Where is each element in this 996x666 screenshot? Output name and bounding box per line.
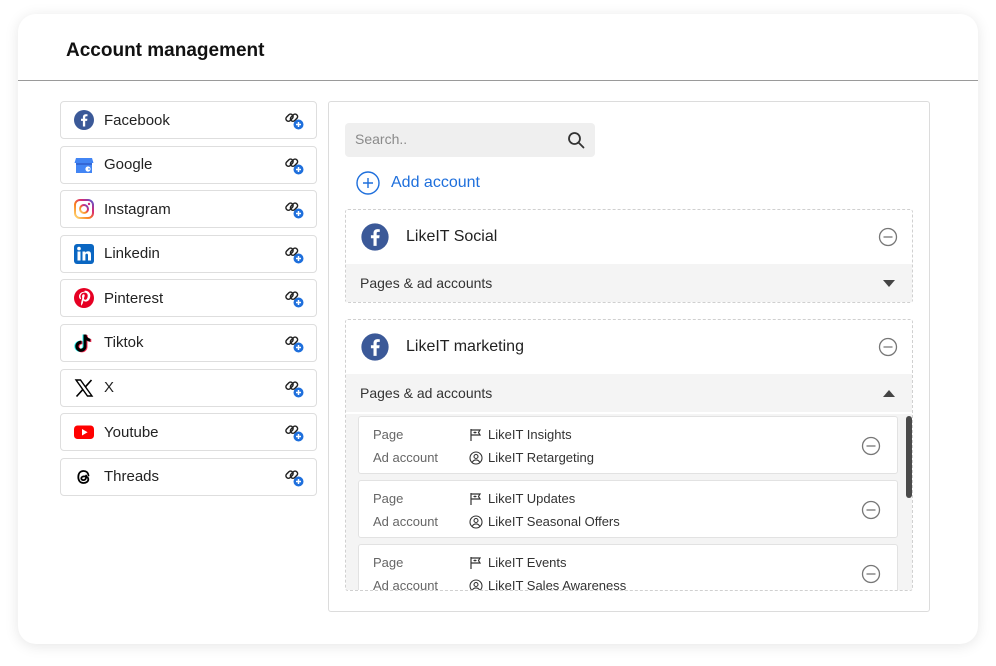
ad-account-name: LikeIT Sales Awareness <box>488 578 627 591</box>
page-name: LikeIT Events <box>488 555 567 570</box>
platform-item-instagram[interactable]: Instagram <box>60 190 317 229</box>
platform-label: Instagram <box>104 200 171 218</box>
connect-link-icon[interactable] <box>284 378 304 398</box>
accounts-panel: Add account LikeIT Social Pages & ad acc… <box>328 101 930 612</box>
page-title: Account management <box>66 40 265 61</box>
add-account-label: Add account <box>391 174 480 191</box>
ad-account-label: Ad account <box>373 578 439 591</box>
page-label: Page <box>373 555 404 570</box>
scrollbar-thumb[interactable] <box>906 416 912 498</box>
connect-link-icon[interactable] <box>284 110 304 130</box>
caret-down-icon <box>883 279 895 287</box>
platform-list: Facebook Google Instagram Linkedin Pinte… <box>60 101 317 502</box>
platform-label: Facebook <box>104 111 170 129</box>
page-label: Page <box>373 491 404 506</box>
connect-link-icon[interactable] <box>284 288 304 308</box>
platform-item-google[interactable]: Google <box>60 145 317 184</box>
account-management-card: Account management Facebook Google Insta… <box>18 14 978 644</box>
list-item: Page LikeIT Events Ad account LikeIT Sal… <box>358 544 898 591</box>
remove-item-icon[interactable] <box>861 436 881 456</box>
flag-icon <box>469 428 483 442</box>
ad-account-row: Ad account LikeIT Retargeting <box>373 450 594 465</box>
ad-account-row: Ad account LikeIT Sales Awareness <box>373 578 627 591</box>
connect-link-icon[interactable] <box>284 199 304 219</box>
account-name: LikeIT Social <box>406 228 498 245</box>
linkedin-icon <box>73 243 95 265</box>
account-header: LikeIT marketing <box>346 320 912 374</box>
search-input[interactable] <box>355 131 555 147</box>
search-icon[interactable] <box>567 131 585 154</box>
page-name: LikeIT Updates <box>488 491 576 506</box>
facebook-icon <box>73 109 95 131</box>
platform-label: X <box>104 379 115 397</box>
remove-item-icon[interactable] <box>861 500 881 520</box>
page-label: Page <box>373 427 404 442</box>
flag-icon <box>469 492 483 506</box>
connect-link-icon[interactable] <box>284 244 304 264</box>
search-box[interactable] <box>345 123 595 157</box>
section-label: Pages & ad accounts <box>360 385 493 401</box>
caret-up-icon <box>883 389 895 397</box>
youtube-icon <box>73 421 95 443</box>
tiktok-icon <box>73 332 95 354</box>
pages-accounts-toggle[interactable]: Pages & ad accounts <box>346 374 912 412</box>
ad-account-name: LikeIT Retargeting <box>488 450 594 465</box>
pages-accounts-list: Page LikeIT Insights Ad account LikeIT R… <box>346 414 912 591</box>
add-account-button[interactable]: Add account <box>345 171 480 195</box>
threads-icon <box>73 466 95 488</box>
list-item: Page LikeIT Updates Ad account LikeIT Se… <box>358 480 898 538</box>
remove-item-icon[interactable] <box>861 564 881 584</box>
account-name: LikeIT marketing <box>406 338 524 355</box>
plus-circle-icon <box>356 171 380 195</box>
page-row: Page LikeIT Updates <box>373 491 575 506</box>
ad-account-label: Ad account <box>373 450 439 465</box>
user-circle-icon <box>469 514 483 529</box>
pinterest-icon <box>73 287 95 309</box>
instagram-icon <box>73 198 95 220</box>
account-header: LikeIT Social <box>346 210 912 264</box>
connect-link-icon[interactable] <box>284 467 304 487</box>
user-circle-icon <box>469 578 483 590</box>
facebook-icon <box>360 332 390 362</box>
platform-label: Youtube <box>104 423 159 441</box>
platform-label: Tiktok <box>104 334 144 352</box>
platform-label: Linkedin <box>104 245 160 263</box>
facebook-icon <box>360 222 390 252</box>
platform-item-youtube[interactable]: Youtube <box>60 413 317 452</box>
ad-account-row: Ad account LikeIT Seasonal Offers <box>373 514 620 529</box>
platform-item-threads[interactable]: Threads <box>60 457 317 496</box>
section-label: Pages & ad accounts <box>360 275 493 291</box>
ad-account-name: LikeIT Seasonal Offers <box>488 514 620 529</box>
remove-account-icon[interactable] <box>878 227 898 247</box>
ad-account-label: Ad account <box>373 514 439 529</box>
connect-link-icon[interactable] <box>284 333 304 353</box>
account-card: LikeIT Social Pages & ad accounts <box>345 209 913 303</box>
platform-label: Pinterest <box>104 289 164 307</box>
platform-item-x[interactable]: X <box>60 368 317 407</box>
list-item: Page LikeIT Insights Ad account LikeIT R… <box>358 416 898 474</box>
x-icon <box>73 377 95 399</box>
remove-account-icon[interactable] <box>878 337 898 357</box>
page-row: Page LikeIT Insights <box>373 427 572 442</box>
platform-item-facebook[interactable]: Facebook <box>60 101 317 139</box>
pages-accounts-toggle[interactable]: Pages & ad accounts <box>346 264 912 302</box>
flag-icon <box>469 556 483 570</box>
connect-link-icon[interactable] <box>284 422 304 442</box>
page-name: LikeIT Insights <box>488 427 572 442</box>
platform-item-tiktok[interactable]: Tiktok <box>60 323 317 362</box>
page-row: Page LikeIT Events <box>373 555 567 570</box>
google-business-icon <box>73 154 95 176</box>
user-circle-icon <box>469 450 483 465</box>
account-card: LikeIT marketing Pages & ad accounts Pag… <box>345 319 913 591</box>
platform-item-pinterest[interactable]: Pinterest <box>60 279 317 318</box>
platform-item-linkedin[interactable]: Linkedin <box>60 234 317 273</box>
platform-label: Threads <box>104 468 160 486</box>
platform-label: Google <box>104 156 153 174</box>
connect-link-icon[interactable] <box>284 155 304 175</box>
